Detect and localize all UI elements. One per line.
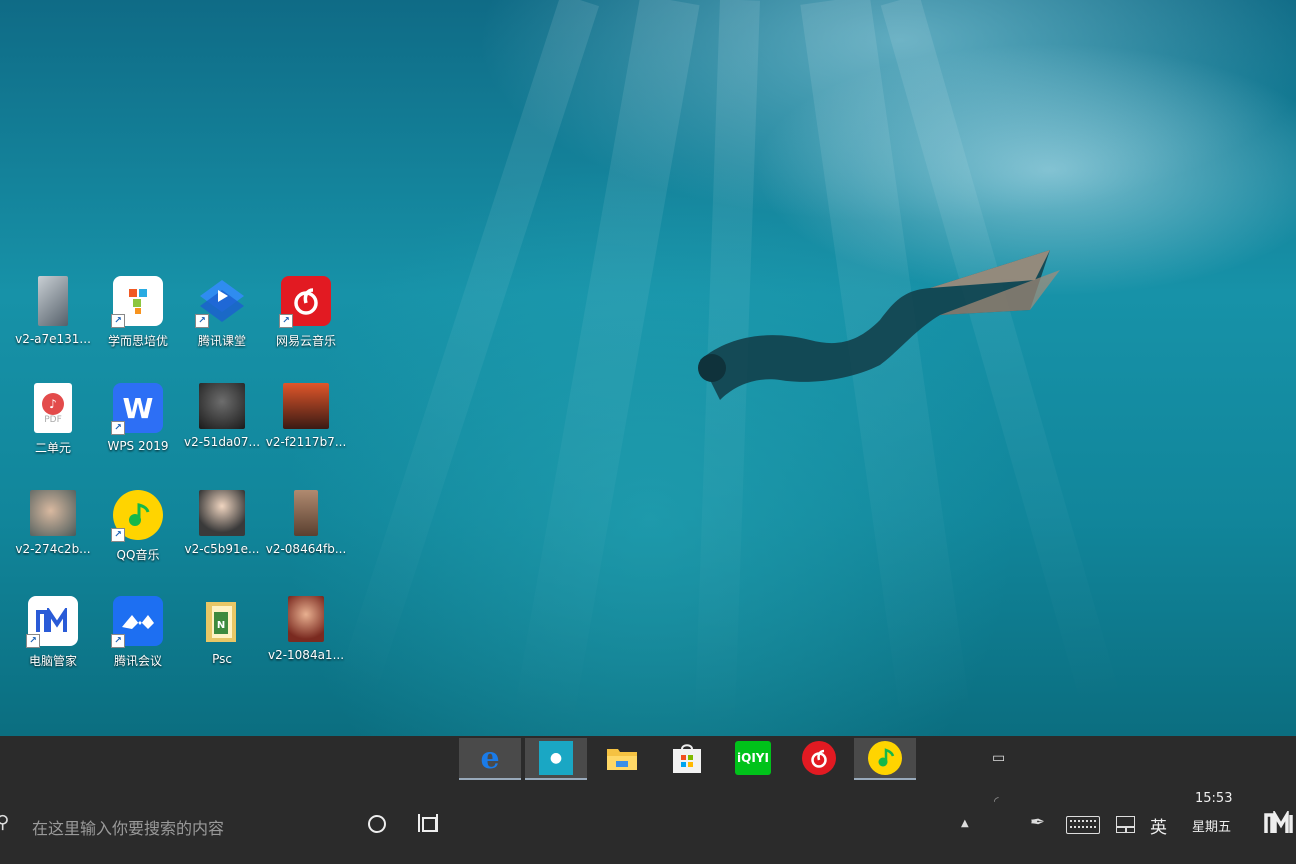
shortcut-arrow-icon: ↗	[111, 314, 125, 328]
wps-glyph: W	[122, 391, 154, 425]
shortcut-arrow-icon: ↗	[195, 314, 209, 328]
desktop-icon-image-file[interactable]: v2-51da07...	[180, 383, 264, 483]
tencent-class-icon: ↗	[195, 276, 247, 328]
desktop-icon-wps[interactable]: W ↗ WPS 2019	[96, 383, 180, 483]
taskbar-system-row: ⚲ 在这里输入你要搜索的内容 ◜ ▲ ✒ 英 15:53 星期五	[0, 784, 1296, 864]
active-indicator	[854, 778, 916, 780]
shortcut-arrow-icon: ↗	[26, 634, 40, 648]
folder-icon: N	[197, 596, 247, 646]
shortcut-arrow-icon: ↗	[279, 314, 293, 328]
netease-music-icon	[802, 741, 836, 775]
pdf-logo-icon: ♪	[42, 393, 64, 415]
photo-thumbnail-icon	[38, 276, 68, 326]
shortcut-arrow-icon: ↗	[111, 634, 125, 648]
photo-thumbnail-icon	[288, 596, 324, 642]
pdf-badge: PDF	[44, 415, 62, 425]
clock-weekday[interactable]: 星期五	[1192, 816, 1231, 835]
task-view-icon[interactable]	[418, 814, 438, 832]
desktop-icon-image-file[interactable]: v2-f2117b7...	[264, 383, 348, 483]
qq-icon: ●	[539, 741, 573, 775]
desktop-icon-label: v2-274c2b...	[15, 542, 91, 556]
desktop-icon-folder-psc[interactable]: N Psc	[180, 596, 264, 696]
file-explorer-icon	[607, 749, 637, 770]
taskbar-app-netease-music[interactable]	[788, 738, 850, 778]
desktop-icon-label: 腾讯课堂	[197, 334, 246, 348]
photo-thumbnail-icon	[294, 490, 318, 536]
active-indicator	[459, 778, 521, 780]
tray-battery-icon[interactable]: ▭	[992, 750, 1005, 766]
qq-music-icon: ↗	[111, 490, 163, 542]
netease-music-icon: ↗	[279, 276, 331, 328]
desktop-icon-label: v2-f2117b7...	[265, 435, 347, 449]
taskbar-app-iqiyi[interactable]: iQIYI	[722, 738, 784, 778]
clock-time[interactable]: 15:53	[1195, 791, 1232, 806]
show-hidden-icons-chevron-icon[interactable]: ▲	[961, 818, 969, 829]
desktop-icon-label: QQ音乐	[116, 548, 160, 562]
search-input[interactable]: 在这里输入你要搜索的内容	[32, 815, 224, 839]
desktop-icon-netease-music[interactable]: ↗ 网易云音乐	[264, 276, 348, 376]
diver-silhouette	[698, 250, 1060, 400]
desktop-icon-image-file[interactable]: v2-08464fb...	[264, 490, 348, 590]
xueersi-icon: ↗	[111, 276, 163, 328]
active-indicator	[525, 778, 587, 780]
taskbar-app-edge[interactable]: e	[459, 738, 521, 780]
desktop-icon-label: 网易云音乐	[275, 334, 336, 348]
taskbar-app-qq[interactable]: ●	[525, 738, 587, 780]
network-icon[interactable]: ◜	[994, 794, 999, 808]
desktop-icon-label: v2-1084a1...	[267, 648, 345, 662]
pdf-file-icon: ♪ PDF	[34, 383, 72, 433]
action-center-icon[interactable]	[1116, 816, 1135, 833]
desktop-icon-image-file[interactable]: v2-c5b91e...	[180, 490, 264, 590]
desktop-icon-pdf[interactable]: ♪ PDF 二单元	[11, 383, 95, 483]
desktop-icon-qq-music[interactable]: ↗ QQ音乐	[96, 490, 180, 590]
taskbar-apps-row: e ● iQIYI ▭	[0, 736, 1296, 784]
shortcut-arrow-icon: ↗	[111, 421, 125, 435]
edge-icon: e	[480, 740, 500, 776]
desktop-icon-label: 腾讯会议	[113, 654, 162, 668]
taskbar-app-store[interactable]	[656, 738, 718, 778]
iqiyi-icon: iQIYI	[735, 741, 771, 775]
photo-thumbnail-icon	[30, 490, 76, 536]
desktop-icon-label: 电脑管家	[28, 654, 77, 668]
desktop-icon-label: 学而思培优	[107, 334, 168, 348]
desktop-icon-label: Psc	[212, 652, 232, 666]
taskbar-app-qq-music[interactable]	[854, 738, 916, 780]
desktop-icon-xueersi[interactable]: ↗ 学而思培优	[96, 276, 180, 376]
desktop-icon-label: v2-a7e131...	[15, 332, 91, 346]
photo-thumbnail-icon	[283, 383, 329, 429]
desktop-icon-label: 二单元	[34, 441, 71, 455]
pc-manager-icon: ↗	[26, 596, 78, 648]
desktop-icon-image-file[interactable]: v2-1084a1...	[264, 596, 348, 696]
pen-icon[interactable]: ✒	[1030, 812, 1045, 833]
store-icon	[673, 744, 701, 773]
desktop-icon-label: v2-51da07...	[183, 435, 261, 449]
taskbar-app-file-explorer[interactable]	[591, 738, 653, 778]
cortana-icon[interactable]	[368, 815, 386, 833]
desktop-icon-label: v2-c5b91e...	[184, 542, 260, 556]
touch-keyboard-icon[interactable]	[1066, 816, 1100, 834]
photo-thumbnail-icon	[199, 383, 245, 429]
desktop-icon-pc-manager[interactable]: ↗ 电脑管家	[11, 596, 95, 696]
desktop-icon-tencent-meeting[interactable]: ↗ 腾讯会议	[96, 596, 180, 696]
desktop-icon-tencent-class[interactable]: ↗ 腾讯课堂	[180, 276, 264, 376]
wps-icon: W ↗	[111, 383, 163, 435]
search-box[interactable]: ⚲ 在这里输入你要搜索的内容	[0, 784, 352, 864]
qq-music-icon	[868, 741, 902, 775]
desktop-icon-image-file[interactable]: v2-a7e131...	[11, 276, 95, 376]
shortcut-arrow-icon: ↗	[111, 528, 125, 542]
ime-indicator[interactable]: 英	[1150, 813, 1167, 838]
search-icon: ⚲	[0, 812, 10, 833]
pc-manager-tray-icon[interactable]	[1263, 808, 1296, 839]
tencent-meeting-icon: ↗	[111, 596, 163, 648]
desktop-icon-label: WPS 2019	[107, 439, 169, 453]
desktop-icon-image-file[interactable]: v2-274c2b...	[11, 490, 95, 590]
desktop-icon-label: v2-08464fb...	[265, 542, 347, 556]
photo-thumbnail-icon	[199, 490, 245, 536]
svg-text:N: N	[217, 620, 225, 631]
